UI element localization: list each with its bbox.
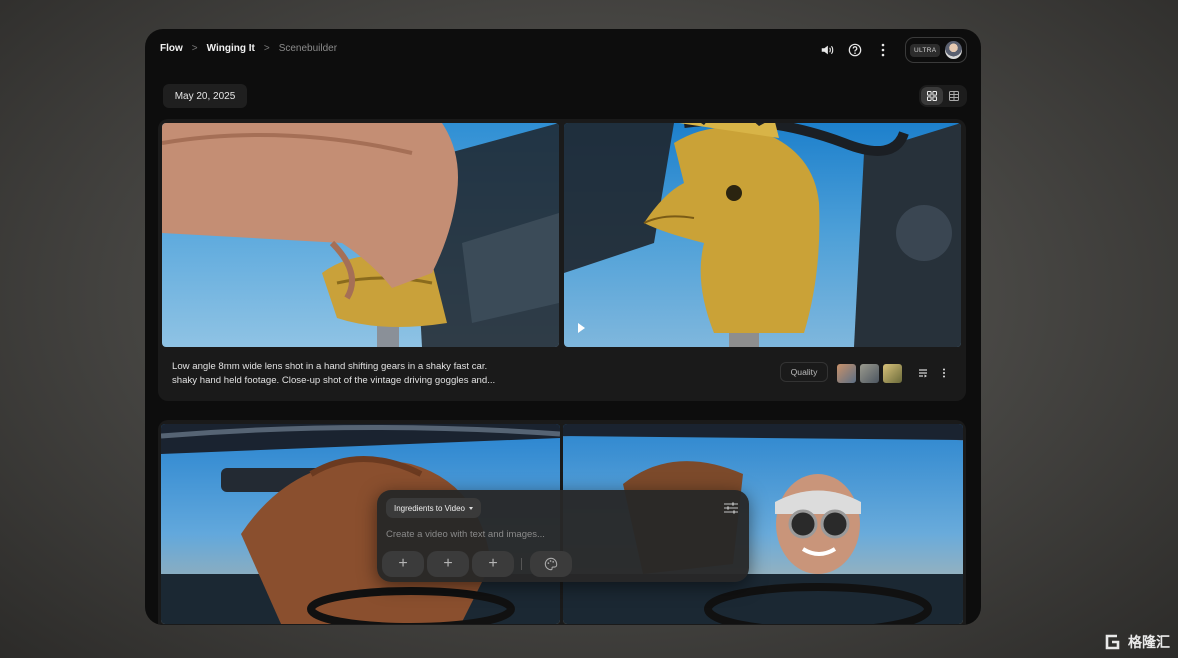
list-view-button[interactable] [943,87,965,105]
ingredient-thumbnail[interactable] [837,364,856,383]
breadcrumb-separator: > [263,43,270,54]
brand-logo-icon [1105,634,1120,650]
more-vert-icon [881,43,885,57]
breadcrumb-scenebuilder: Scenebuilder [278,43,338,54]
clip-card: Low angle 8mm wide lens shot in a hand s… [158,119,966,401]
prompt-composer: Ingredients to Video + + + [377,490,749,582]
add-ingredient-button[interactable]: + [472,551,514,577]
reuse-prompt-icon [919,369,927,378]
reuse-prompt-button[interactable] [916,365,930,381]
account-button[interactable]: ULTRA [905,37,967,63]
clip-thumbnail-rooster-shifter[interactable] [564,123,961,347]
add-ingredient-button[interactable]: + [382,551,424,577]
mode-dropdown[interactable]: Ingredients to Video [386,498,481,518]
top-bar: Flow > Winging It > Scenebuilder ULTRA [145,29,981,73]
add-ingredient-button[interactable]: + [427,551,469,577]
more-vert-icon [943,368,945,378]
header-actions: ULTRA [813,37,967,63]
volume-button[interactable] [813,37,841,63]
more-options-button[interactable] [869,37,897,63]
plan-badge: ULTRA [910,43,941,57]
grid-view-icon [927,91,937,101]
list-view-icon [949,91,959,101]
watermark-text: 格隆汇 [1128,634,1170,650]
avatar [945,41,962,59]
view-toggle [919,85,967,107]
date-label: May 20, 2025 [163,84,247,108]
prompt-input[interactable] [386,527,716,541]
ingredient-thumbnail[interactable] [860,364,879,383]
settings-sliders-icon[interactable] [723,500,739,516]
palette-icon [544,557,558,571]
caption-line-2: shaky hand held footage. Close-up shot o… [172,375,496,386]
play-icon[interactable] [578,323,585,333]
clip-prompt-caption: Low angle 8mm wide lens shot in a hand s… [172,360,532,388]
caption-line-1: Low angle 8mm wide lens shot in a hand s… [172,361,488,372]
style-button[interactable] [530,551,572,577]
watermark: 格隆汇 [1103,632,1170,652]
grid-view-button[interactable] [921,87,943,105]
ingredient-thumbnail[interactable] [883,364,902,383]
breadcrumb-winging-it[interactable]: Winging It [207,43,255,54]
quality-chip[interactable]: Quality [780,362,828,382]
divider [521,558,522,570]
golden-rooster-shifter-image [564,123,961,347]
chevron-down-icon [469,506,473,510]
breadcrumb-flow[interactable]: Flow [160,43,183,54]
volume-icon [821,45,834,55]
help-icon [848,43,862,57]
breadcrumb: Flow > Winging It > Scenebuilder [160,43,337,54]
clip-thumbnail-hand-shifter[interactable] [162,123,559,347]
hand-on-gear-shifter-image [162,123,559,347]
mode-label: Ingredients to Video [393,503,465,513]
help-button[interactable] [841,37,869,63]
breadcrumb-separator: > [191,43,198,54]
clip-more-button[interactable] [937,365,951,381]
